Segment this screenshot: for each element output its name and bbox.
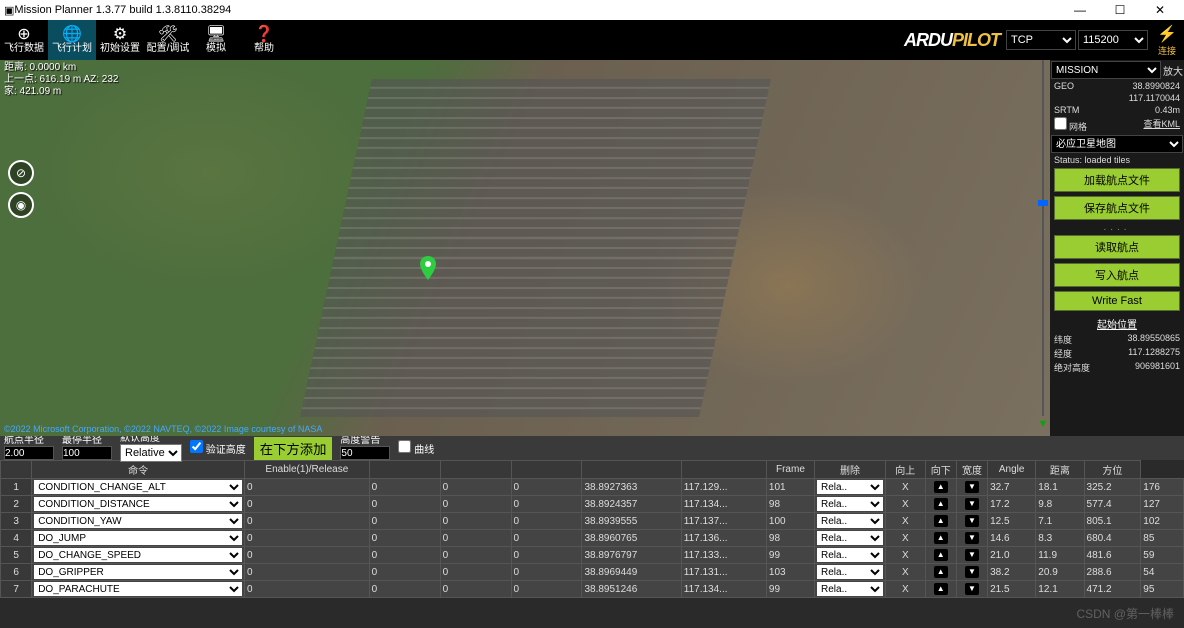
- move-down-button[interactable]: ▼: [965, 515, 979, 527]
- home-marker[interactable]: [420, 256, 436, 280]
- command-select[interactable]: CONDITION_YAW: [34, 514, 242, 528]
- command-select[interactable]: DO_CHANGE_SPEED: [34, 548, 242, 562]
- command-select[interactable]: DO_JUMP: [34, 531, 242, 545]
- mission-select[interactable]: MISSION: [1051, 61, 1161, 79]
- app-icon: ▣: [4, 4, 14, 17]
- write-fast-button[interactable]: Write Fast: [1054, 291, 1180, 311]
- loiter-radius-input[interactable]: [62, 446, 112, 460]
- table-row[interactable]: 3CONDITION_YAW38.8939555117.137...100Rel…: [1, 513, 1184, 530]
- table-row[interactable]: 5DO_CHANGE_SPEED38.8976797117.133...99Re…: [1, 547, 1184, 564]
- right-panel: MISSION 放大 GEO38.8990824 117.1170044 SRT…: [1050, 60, 1184, 436]
- move-down-button[interactable]: ▼: [965, 566, 979, 578]
- protocol-select[interactable]: TCP: [1006, 30, 1076, 50]
- toolbar-飞行计划[interactable]: 🌐飞行计划: [48, 20, 96, 60]
- center-icon[interactable]: ◉: [8, 192, 34, 218]
- delete-button[interactable]: X: [902, 584, 909, 595]
- waypoint-table[interactable]: 命令Enable(1)/ReleaseFrame删除向上向下宽度Angle距离方…: [0, 460, 1184, 628]
- move-up-button[interactable]: ▲: [934, 515, 948, 527]
- move-up-button[interactable]: ▲: [934, 549, 948, 561]
- delete-button[interactable]: X: [902, 567, 909, 578]
- titlebar: ▣ Mission Planner 1.3.77 build 1.3.8110.…: [0, 0, 1184, 20]
- toolbar-初始设置[interactable]: ⚙初始设置: [96, 20, 144, 60]
- toolbar-飞行数据[interactable]: ⊕飞行数据: [0, 20, 48, 60]
- baud-select[interactable]: 115200: [1078, 30, 1148, 50]
- close-button[interactable]: ✕: [1140, 3, 1180, 17]
- table-row[interactable]: 6DO_GRIPPER38.8969449117.131...103Rela..…: [1, 564, 1184, 581]
- delete-button[interactable]: X: [902, 499, 909, 510]
- toolbar-配置/调试[interactable]: 🛠配置/调试: [144, 20, 192, 60]
- main-toolbar: ⊕飞行数据🌐飞行计划⚙初始设置🛠配置/调试🖥模拟❓帮助 ARDUPILOT TC…: [0, 20, 1184, 60]
- map-copyright: ©2022 Microsoft Corporation, ©2022 NAVTE…: [4, 424, 322, 434]
- wp-radius-input[interactable]: [4, 446, 54, 460]
- command-select[interactable]: DO_GRIPPER: [34, 565, 242, 579]
- minimize-button[interactable]: —: [1060, 3, 1100, 17]
- view-kml-link[interactable]: 查看KML: [1143, 117, 1180, 133]
- delete-button[interactable]: X: [902, 533, 909, 544]
- move-down-button[interactable]: ▼: [965, 532, 979, 544]
- status-text: Status: loaded tiles: [1050, 154, 1184, 166]
- delete-button[interactable]: X: [902, 482, 909, 493]
- move-down-button[interactable]: ▼: [965, 583, 979, 595]
- connection-panel: TCP 115200 ⚡连接: [1006, 20, 1184, 60]
- move-up-button[interactable]: ▲: [934, 532, 948, 544]
- table-row[interactable]: 1CONDITION_CHANGE_ALT38.8927363117.129..…: [1, 479, 1184, 496]
- map-tools: ⊘ ◉: [8, 160, 34, 218]
- add-below-button[interactable]: 在下方添加: [254, 437, 333, 460]
- spline-checkbox[interactable]: 曲线: [398, 440, 434, 456]
- move-down-button[interactable]: ▼: [965, 549, 979, 561]
- read-wp-button[interactable]: 读取航点: [1054, 235, 1180, 259]
- move-down-button[interactable]: ▼: [965, 498, 979, 510]
- table-row[interactable]: 2CONDITION_DISTANCE38.8924357117.134...9…: [1, 496, 1184, 513]
- home-alt[interactable]: 906981601: [1101, 361, 1180, 374]
- toolbar-帮助[interactable]: ❓帮助: [240, 20, 288, 60]
- move-up-button[interactable]: ▲: [934, 481, 948, 493]
- ardupilot-logo: ARDUPILOT: [288, 30, 1006, 51]
- home-pos-title: 起始位置: [1050, 313, 1184, 331]
- verify-alt-checkbox[interactable]: 验证高度: [190, 440, 246, 456]
- map-view[interactable]: 距离: 0.0000 km上一点: 616.19 m AZ: 232家: 421…: [0, 60, 1050, 436]
- command-select[interactable]: CONDITION_CHANGE_ALT: [34, 480, 242, 494]
- table-row[interactable]: 7DO_PARACHUTE38.8951246117.134...99Rela.…: [1, 581, 1184, 598]
- maptype-select[interactable]: 必应卫星地图: [1051, 135, 1183, 153]
- zoom-label: 放大: [1163, 63, 1183, 78]
- command-select[interactable]: CONDITION_DISTANCE: [34, 497, 242, 511]
- write-wp-button[interactable]: 写入航点: [1054, 263, 1180, 287]
- move-up-button[interactable]: ▲: [934, 583, 948, 595]
- compass-icon[interactable]: ⊘: [8, 160, 34, 186]
- move-up-button[interactable]: ▲: [934, 498, 948, 510]
- toolbar-模拟[interactable]: 🖥模拟: [192, 20, 240, 60]
- home-lon[interactable]: 117.1288275: [1101, 347, 1180, 360]
- home-lat[interactable]: 38.89550865: [1101, 333, 1180, 346]
- move-up-button[interactable]: ▲: [934, 566, 948, 578]
- window-title: Mission Planner 1.3.77 build 1.3.8110.38…: [14, 4, 1060, 16]
- map-distance-info: 距离: 0.0000 km上一点: 616.19 m AZ: 232家: 421…: [4, 62, 119, 98]
- alt-frame-select[interactable]: Relative: [120, 444, 182, 462]
- maximize-button[interactable]: ☐: [1100, 3, 1140, 17]
- save-wp-button[interactable]: 保存航点文件: [1054, 196, 1180, 220]
- delete-button[interactable]: X: [902, 516, 909, 527]
- delete-button[interactable]: X: [902, 550, 909, 561]
- grid-checkbox[interactable]: 网格: [1054, 117, 1087, 133]
- alt-warn-input[interactable]: [340, 446, 390, 460]
- table-row[interactable]: 4DO_JUMP38.8960765117.136...98Rela..X▲▼1…: [1, 530, 1184, 547]
- zoom-slider[interactable]: ▾: [1038, 60, 1048, 430]
- move-down-button[interactable]: ▼: [965, 481, 979, 493]
- command-select[interactable]: DO_PARACHUTE: [34, 582, 242, 596]
- watermark: CSDN @第一棒棒: [1076, 605, 1174, 622]
- connect-button[interactable]: ⚡连接: [1150, 23, 1184, 57]
- load-wp-button[interactable]: 加载航点文件: [1054, 168, 1180, 192]
- waypoint-options-bar: 航点半径 最停半径 默认高度Relative 验证高度 在下方添加 高度警告 曲…: [0, 436, 1184, 460]
